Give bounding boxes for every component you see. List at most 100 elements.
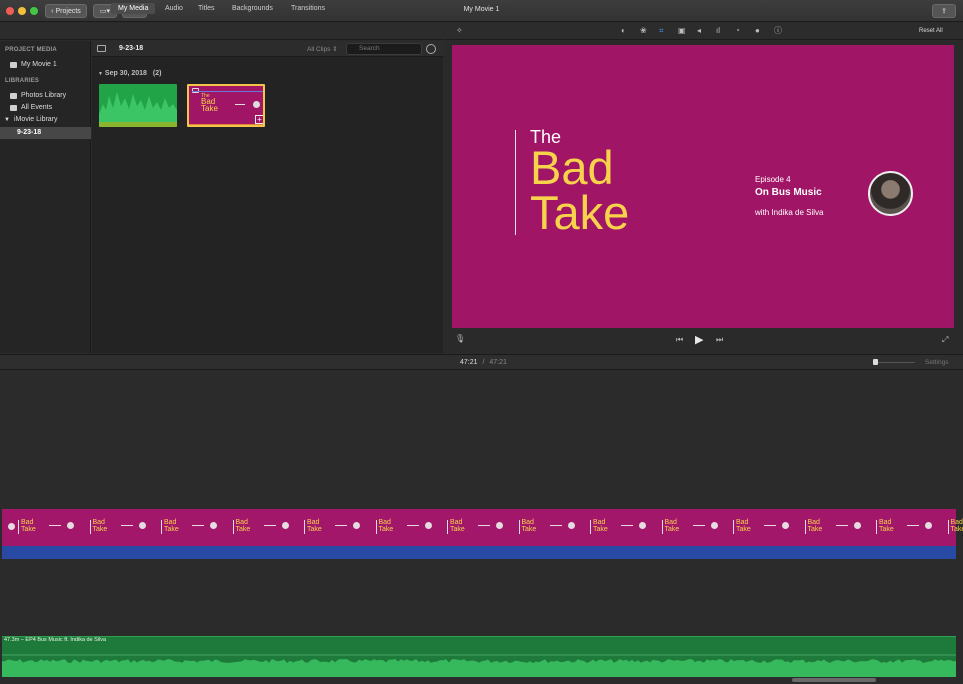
filmstrip-frame: BadTake xyxy=(375,518,436,538)
frame-divider-line xyxy=(18,520,19,534)
video-preview[interactable]: The Bad Take Episode 4 On Bus Music with… xyxy=(452,45,954,328)
audio-waveform xyxy=(2,654,956,677)
project-media-heading: PROJECT MEDIA xyxy=(5,47,57,53)
audio-clip-thumbnail[interactable] xyxy=(99,84,177,127)
filmstrip-frame: BadTake xyxy=(304,518,364,538)
share-button[interactable]: ⇪ xyxy=(932,4,956,18)
sidebar-item-photos-library[interactable]: Photos Library xyxy=(10,92,66,99)
zoom-slider[interactable] xyxy=(873,362,915,363)
total-time: 47:21 xyxy=(489,359,507,366)
frame-title-bad: Bad xyxy=(450,519,463,526)
tab-transitions[interactable]: Transitions xyxy=(284,3,332,14)
frame-avatar xyxy=(496,522,503,529)
fullscreen-icon[interactable]: ⤢ xyxy=(942,336,948,344)
sidebar-item-event-9-23-18[interactable]: 9-23-18 xyxy=(17,129,41,136)
audio-clip-track[interactable] xyxy=(2,636,956,677)
tab-audio[interactable]: Audio xyxy=(158,3,190,14)
group-date: Sep 30, 2018 xyxy=(104,70,147,77)
libraries-sidebar xyxy=(0,41,91,353)
frame-title-take: Take xyxy=(879,526,894,533)
events-icon xyxy=(10,104,17,111)
play-icon[interactable]: ▶ xyxy=(695,333,703,346)
frame-episode-text xyxy=(621,525,633,526)
sidebar-toggle-icon[interactable] xyxy=(97,45,106,52)
filmstrip-frame: BadTake xyxy=(947,518,963,538)
color-balance-icon[interactable]: ◐ xyxy=(621,27,626,35)
audio-clip-label: 47.3m – EP4 Bus Music ft. Indika de Silv… xyxy=(4,637,107,643)
frame-divider-line xyxy=(804,520,806,534)
filmstrip-frame: BadTake xyxy=(518,518,579,538)
frame-title-take: Take xyxy=(736,526,751,533)
info-icon[interactable]: ⓘ xyxy=(774,27,782,35)
frame-episode-text xyxy=(907,525,919,526)
thumb-episode-text xyxy=(235,104,245,105)
preview-host: with Indika de Silva xyxy=(755,208,824,217)
skip-forward-icon[interactable]: ⏭ xyxy=(716,336,723,344)
magic-wand-icon[interactable]: ✧ xyxy=(456,27,463,35)
clip-filter-select[interactable]: All Clips ⇕ xyxy=(307,45,338,53)
sidebar-selection-highlight xyxy=(0,127,91,139)
filmstrip-frame: BadTake xyxy=(733,518,793,538)
frame-title-take: Take xyxy=(664,526,680,533)
zoom-slider-thumb[interactable] xyxy=(873,359,878,365)
color-correction-icon[interactable]: ❀ xyxy=(640,27,647,35)
media-tab-strip xyxy=(0,23,443,40)
frame-divider-line xyxy=(876,520,877,534)
add-clip-icon[interactable]: + xyxy=(255,115,263,124)
crop-icon[interactable]: ⌗ xyxy=(659,27,664,35)
frame-title-bad: Bad xyxy=(307,519,320,526)
frame-title-bad: Bad xyxy=(736,519,749,526)
noise-reduction-icon[interactable]: ıl xyxy=(716,27,720,35)
frame-title-bad: Bad xyxy=(164,519,177,526)
skip-back-icon[interactable]: ⏮ xyxy=(676,336,683,344)
frame-title-bad: Bad xyxy=(521,519,534,526)
sidebar-item-label: All Events xyxy=(21,104,53,111)
frame-title-bad: Bad xyxy=(950,519,963,526)
sidebar-item-all-events[interactable]: All Events xyxy=(10,104,52,111)
frame-avatar xyxy=(210,522,217,529)
frame-episode-text xyxy=(549,525,562,526)
sidebar-item-label: iMovie Library xyxy=(13,116,58,123)
microphone-icon[interactable]: 🎙 xyxy=(455,335,465,343)
disclosure-triangle-icon: ▼ xyxy=(4,116,10,123)
frame-avatar xyxy=(925,522,932,529)
frame-title-take: Take xyxy=(21,526,36,533)
frame-title-take: Take xyxy=(593,526,608,533)
title-overlay-track[interactable] xyxy=(2,546,956,559)
group-count: (2) xyxy=(152,70,162,77)
frame-title-take: Take xyxy=(378,526,394,533)
frame-title-bad: Bad xyxy=(879,519,892,526)
title-divider-line xyxy=(515,130,516,235)
title-clip-thumbnail[interactable]: The Bad Take + xyxy=(187,84,265,127)
frame-title-take: Take xyxy=(807,526,823,533)
clip-used-bar xyxy=(189,124,263,125)
event-group-header[interactable]: ▼ Sep 30, 2018 (2) xyxy=(98,70,161,77)
filmstrip-frame: BadTake xyxy=(804,518,865,538)
preview-episode: Episode 4 xyxy=(755,175,791,184)
speed-icon[interactable]: ◔ xyxy=(735,27,740,35)
updown-chevron-icon: ⇕ xyxy=(332,46,338,53)
frame-episode-text xyxy=(263,525,276,526)
reset-all-button[interactable]: Reset All xyxy=(919,28,943,34)
tab-my-media[interactable]: My Media xyxy=(111,3,156,14)
horizontal-scrollbar[interactable] xyxy=(792,678,876,682)
frame-avatar xyxy=(853,522,861,529)
tab-titles[interactable]: Titles xyxy=(191,3,221,14)
clip-range-line xyxy=(192,91,263,92)
stabilization-icon[interactable]: ▣ xyxy=(678,27,686,35)
frame-title-bad: Bad xyxy=(807,519,820,526)
frame-avatar xyxy=(424,522,432,529)
sidebar-item-project[interactable]: My Movie 1 xyxy=(10,61,57,68)
timeline-settings-button[interactable]: Settings xyxy=(925,359,949,366)
browser-event-name: 9-23-18 xyxy=(119,45,144,52)
frame-title-take: Take xyxy=(950,526,963,533)
gear-icon[interactable] xyxy=(426,44,436,54)
sidebar-item-imovie-library[interactable]: ▼ iMovie Library xyxy=(4,116,58,123)
search-input[interactable]: Search xyxy=(346,43,422,55)
tab-backgrounds[interactable]: Backgrounds xyxy=(225,3,280,14)
timecode: 47:21 / 47:21 xyxy=(460,359,507,366)
volume-icon[interactable]: ◂ xyxy=(697,27,701,35)
frame-avatar xyxy=(567,522,575,529)
clip-filter-icon[interactable]: ● xyxy=(755,27,760,35)
waveform-graphic xyxy=(99,92,177,127)
